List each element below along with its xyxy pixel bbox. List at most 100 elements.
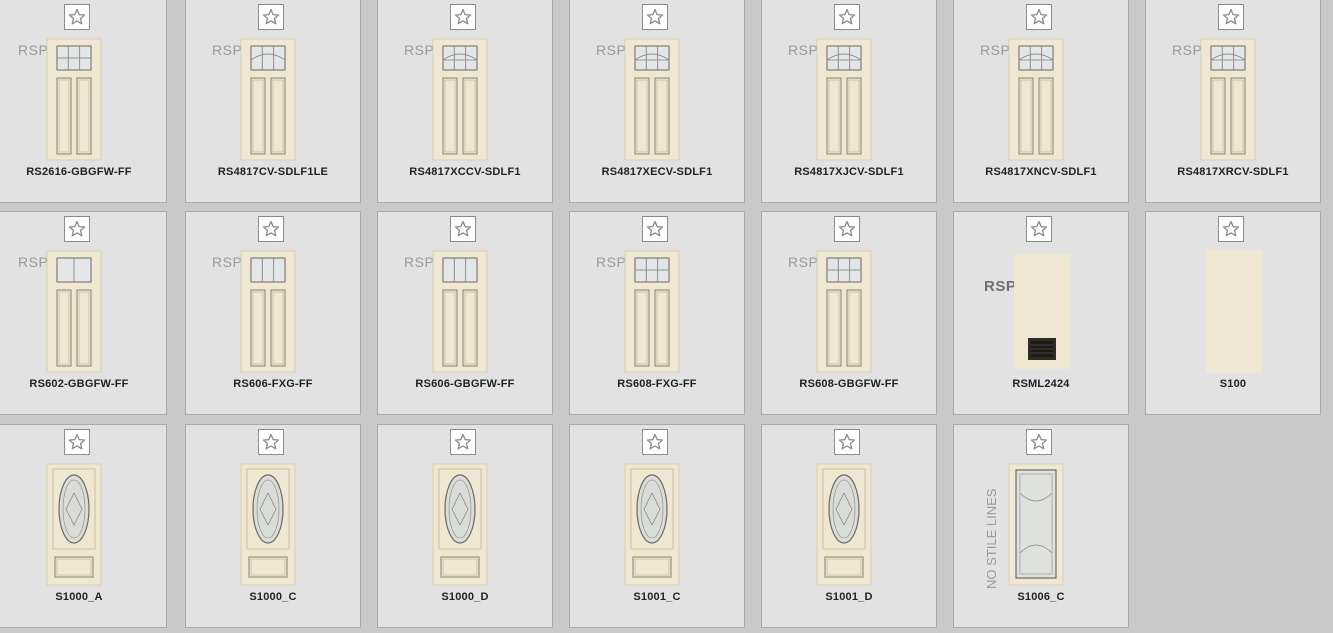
favorite-button[interactable]: [450, 429, 476, 455]
rsp-badge: RSP: [404, 42, 435, 58]
door-model-label: RS2616-GBGFW-FF: [26, 166, 132, 178]
favorite-button[interactable]: [642, 4, 668, 30]
rsp-badge: RSP: [980, 42, 1011, 58]
star-icon: [68, 8, 86, 25]
door-model-label: S1001_C: [633, 591, 681, 603]
door-model-label: RS606-GBGFW-FF: [415, 378, 515, 390]
favorite-button[interactable]: [64, 4, 90, 30]
rsp-badge: RSP: [984, 278, 1017, 295]
door-model-label: RS4817XNCV-SDLF1: [985, 166, 1097, 178]
star-icon: [68, 220, 86, 237]
door-model-label: S1000_D: [441, 591, 489, 603]
star-icon: [1222, 8, 1240, 25]
door-thumbnail[interactable]: [1008, 463, 1064, 586]
star-icon: [646, 8, 664, 25]
rsp-badge: RSP: [596, 42, 627, 58]
favorite-button[interactable]: [1218, 4, 1244, 30]
door-card[interactable]: S100: [1145, 211, 1321, 415]
door-thumbnail[interactable]: [816, 250, 872, 373]
door-card[interactable]: RSP RS606-GBGFW-FF: [377, 211, 553, 415]
star-icon: [1030, 8, 1048, 25]
door-image: [624, 463, 680, 586]
star-icon: [262, 220, 280, 237]
door-card[interactable]: RSP RS608-FXG-FF: [569, 211, 745, 415]
door-model-label: RS608-GBGFW-FF: [799, 378, 899, 390]
door-thumbnail[interactable]: [240, 250, 296, 373]
door-card[interactable]: RSP RS608-GBGFW-FF: [761, 211, 937, 415]
door-image: [1014, 254, 1070, 369]
door-model-label: S1001_D: [825, 591, 873, 603]
door-card[interactable]: S1000_D: [377, 424, 553, 628]
rsp-badge: RSP: [788, 254, 819, 270]
favorite-button[interactable]: [642, 429, 668, 455]
star-icon: [838, 220, 856, 237]
door-card[interactable]: RSP RSML2424: [953, 211, 1129, 415]
door-thumbnail[interactable]: [1008, 38, 1064, 161]
door-card[interactable]: RSP RS4817XRCV-SDLF1: [1145, 0, 1321, 203]
door-model-label: RS606-FXG-FF: [233, 378, 313, 390]
door-thumbnail[interactable]: [432, 463, 488, 586]
door-thumbnail[interactable]: [46, 38, 102, 161]
door-thumbnail[interactable]: [816, 38, 872, 161]
door-card[interactable]: RSP RS4817XCCV-SDLF1: [377, 0, 553, 203]
door-model-label: RSML2424: [1012, 378, 1070, 390]
door-card[interactable]: S1001_D: [761, 424, 937, 628]
favorite-button[interactable]: [64, 216, 90, 242]
door-thumbnail[interactable]: [46, 250, 102, 373]
door-model-label: S1000_A: [55, 591, 103, 603]
favorite-button[interactable]: [450, 4, 476, 30]
favorite-button[interactable]: [834, 216, 860, 242]
door-thumbnail[interactable]: [432, 250, 488, 373]
door-card[interactable]: NO STILE LINES S1006_C: [953, 424, 1129, 628]
favorite-button[interactable]: [642, 216, 668, 242]
favorite-button[interactable]: [834, 4, 860, 30]
favorite-button[interactable]: [1218, 216, 1244, 242]
door-image: [432, 38, 488, 161]
door-card[interactable]: RSP RS2616-GBGFW-FF: [0, 0, 167, 203]
favorite-button[interactable]: [258, 4, 284, 30]
door-thumbnail[interactable]: [1206, 250, 1262, 373]
star-icon: [646, 220, 664, 237]
star-icon: [454, 8, 472, 25]
star-icon: [646, 433, 664, 450]
door-card[interactable]: RSP RS602-GBGFW-FF: [0, 211, 167, 415]
door-thumbnail[interactable]: [624, 463, 680, 586]
rsp-badge: RSP: [212, 254, 243, 270]
favorite-button[interactable]: [258, 216, 284, 242]
door-image: [1206, 250, 1262, 373]
door-card[interactable]: RSP RS4817XECV-SDLF1: [569, 0, 745, 203]
door-thumbnail[interactable]: [240, 38, 296, 161]
door-image: [240, 38, 296, 161]
door-thumbnail[interactable]: [624, 250, 680, 373]
door-card[interactable]: RSP RS4817CV-SDLF1LE: [185, 0, 361, 203]
door-card[interactable]: RSP RS4817XNCV-SDLF1: [953, 0, 1129, 203]
favorite-button[interactable]: [1026, 429, 1052, 455]
star-icon: [68, 433, 86, 450]
star-icon: [454, 220, 472, 237]
door-thumbnail[interactable]: [1200, 38, 1256, 161]
favorite-button[interactable]: [834, 429, 860, 455]
favorite-button[interactable]: [450, 216, 476, 242]
door-thumbnail[interactable]: [624, 38, 680, 161]
favorite-button[interactable]: [258, 429, 284, 455]
door-card[interactable]: S1000_C: [185, 424, 361, 628]
door-card[interactable]: S1001_C: [569, 424, 745, 628]
door-thumbnail[interactable]: [240, 463, 296, 586]
door-card[interactable]: RSP RS4817XJCV-SDLF1: [761, 0, 937, 203]
favorite-button[interactable]: [1026, 4, 1052, 30]
door-image: [816, 250, 872, 373]
door-thumbnail[interactable]: [816, 463, 872, 586]
star-icon: [1030, 433, 1048, 450]
door-thumbnail[interactable]: [432, 38, 488, 161]
favorite-button[interactable]: [1026, 216, 1052, 242]
door-model-label: RS4817XECV-SDLF1: [601, 166, 713, 178]
door-card[interactable]: S1000_A: [0, 424, 167, 628]
favorite-button[interactable]: [64, 429, 90, 455]
door-thumbnail[interactable]: [1014, 250, 1070, 373]
rsp-badge: RSP: [18, 254, 49, 270]
door-catalog-grid: RSP RS2616-GBGFW-FF RSP RS4817CV-SDLF1LE RSP…: [0, 0, 1333, 633]
door-thumbnail[interactable]: [46, 463, 102, 586]
rsp-badge: RSP: [212, 42, 243, 58]
door-card[interactable]: RSP RS606-FXG-FF: [185, 211, 361, 415]
rsp-badge: RSP: [1172, 42, 1203, 58]
